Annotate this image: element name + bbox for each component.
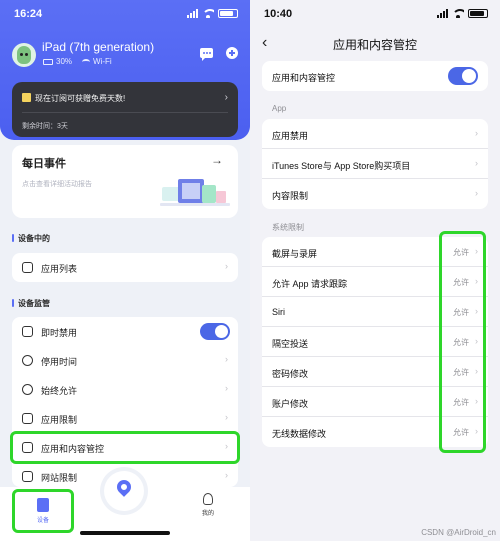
check-badge-icon	[22, 384, 33, 395]
tab-mine[interactable]: 我的	[186, 493, 230, 517]
watermark: CSDN @AirDroid_cn	[421, 528, 496, 537]
device-network: Wi-Fi	[82, 56, 112, 67]
chevron-right-icon: ›	[224, 92, 228, 103]
chevron-right-icon: ›	[225, 354, 228, 364]
daily-title: 每日事件	[22, 158, 66, 170]
chevron-right-icon: ›	[475, 188, 478, 198]
item-label: 应用禁用	[272, 131, 309, 141]
app-section-item[interactable]: 应用禁用 ›	[262, 119, 488, 149]
item-label: 允许 App 请求跟踪	[272, 279, 348, 289]
gift-icon	[22, 93, 31, 102]
device-network-value: Wi-Fi	[93, 57, 112, 66]
instant-block-toggle[interactable]	[200, 323, 230, 340]
monitor-card: 即时禁用 停用时间 › 始终允许 › 应用限制 › 应用和内容管控 › 网站限制…	[10, 317, 240, 487]
item-label: iTunes Store与 App Store购买项目	[272, 161, 411, 171]
master-toggle-group: 应用和内容管控	[262, 61, 488, 91]
clock-icon	[22, 355, 33, 366]
status-time: 16:24	[14, 8, 43, 20]
home-indicator	[80, 531, 170, 535]
monitor-item-instant-block[interactable]: 即时禁用	[12, 317, 238, 346]
daily-events-card[interactable]: 每日事件 → 点击查看详细活动报告	[12, 145, 238, 218]
app-section-header: App	[272, 104, 287, 113]
hourglass-icon	[22, 413, 33, 424]
wifi-icon	[452, 9, 464, 18]
wifi-icon	[82, 58, 90, 65]
chevron-right-icon: ›	[225, 441, 228, 451]
section-in-device: 设备中的	[12, 233, 50, 244]
device-battery-value: 30%	[56, 57, 73, 66]
device-name[interactable]: iPad (7th generation)	[42, 40, 154, 54]
app-list-card[interactable]: 应用列表 ›	[12, 253, 238, 282]
avatar[interactable]	[12, 43, 36, 67]
item-label: 隔空投送	[272, 339, 309, 349]
chevron-right-icon: ›	[475, 128, 478, 138]
monitor-item-app-limits[interactable]: 应用限制 ›	[12, 404, 238, 433]
tab-device[interactable]: 设备	[12, 489, 74, 533]
device-battery: 30%	[43, 56, 72, 67]
location-button[interactable]	[104, 471, 144, 511]
app-section-group: 应用禁用 › iTunes Store与 App Store购买项目 › 内容限…	[262, 119, 488, 209]
promo-remaining: 剩余时间：3天	[22, 123, 68, 130]
item-label: 密码修改	[272, 369, 309, 379]
item-label: Siri	[272, 307, 285, 317]
person-icon	[203, 493, 213, 505]
left-screen: 16:24 iPad (7th generation) 30% Wi-Fi 现在…	[0, 0, 250, 541]
status-bar: 16:24	[0, 8, 250, 22]
app-list-label: 应用列表	[41, 264, 78, 274]
item-label: 内容限制	[272, 191, 309, 201]
daily-subtitle: 点击查看详细活动报告	[22, 181, 92, 188]
page-title: 应用和内容管控	[332, 38, 417, 52]
item-label: 账户修改	[272, 399, 309, 409]
report-illustration	[160, 179, 230, 206]
chevron-right-icon: ›	[475, 158, 478, 168]
section-monitor: 设备监管	[12, 298, 50, 309]
chevron-right-icon: ›	[225, 470, 228, 480]
monitor-label: 应用限制	[41, 415, 78, 425]
status-time: 10:40	[264, 8, 293, 20]
subscription-promo[interactable]: 现在订阅可获赠免费天数! › 剩余时间：3天	[12, 82, 238, 137]
chevron-right-icon: ›	[225, 383, 228, 393]
arrow-right-icon[interactable]: →	[211, 153, 223, 167]
monitor-label: 始终允许	[41, 386, 78, 396]
battery-icon	[43, 58, 53, 65]
item-label: 截屏与录屏	[272, 249, 318, 259]
grid-icon	[22, 262, 33, 273]
add-device-icon[interactable]	[226, 47, 238, 59]
monitor-item-content-controls[interactable]: 应用和内容管控 ›	[10, 431, 240, 464]
status-bar: 10:40	[250, 8, 500, 22]
monitor-label: 应用和内容管控	[41, 444, 105, 454]
signal-icon	[187, 9, 198, 18]
signal-icon	[437, 9, 448, 18]
system-section-header: 系统限制	[272, 223, 304, 232]
chevron-right-icon: ›	[225, 261, 228, 271]
lock-icon	[22, 326, 33, 337]
monitor-label: 网站限制	[41, 473, 78, 483]
master-toggle-row[interactable]: 应用和内容管控	[262, 61, 488, 91]
battery-icon	[218, 9, 238, 18]
tab-device-label: 设备	[36, 518, 49, 524]
wifi-icon	[202, 9, 214, 18]
promo-text: 现在订阅可获赠免费天数!	[35, 94, 126, 103]
location-pin-icon	[114, 477, 134, 497]
message-icon[interactable]	[200, 47, 214, 61]
promo-divider	[22, 112, 228, 113]
monitor-label: 即时禁用	[41, 328, 78, 338]
app-list-item[interactable]: 应用列表 ›	[12, 253, 238, 282]
chevron-right-icon: ›	[225, 412, 228, 422]
app-section-item[interactable]: 内容限制 ›	[262, 179, 488, 209]
battery-icon	[468, 9, 488, 18]
app-section-item[interactable]: iTunes Store与 App Store购买项目 ›	[262, 149, 488, 179]
device-icon	[37, 498, 49, 512]
master-toggle[interactable]	[448, 67, 478, 85]
highlight-box	[439, 231, 486, 453]
monitor-item-always-allowed[interactable]: 始终允许 ›	[12, 375, 238, 404]
monitor-label: 停用时间	[41, 357, 78, 367]
item-label: 无线数据修改	[272, 429, 327, 439]
master-toggle-label: 应用和内容管控	[272, 73, 336, 83]
browser-icon	[22, 471, 33, 482]
tab-mine-label: 我的	[201, 511, 214, 517]
monitor-item-downtime[interactable]: 停用时间 ›	[12, 346, 238, 375]
shield-icon	[22, 442, 33, 453]
